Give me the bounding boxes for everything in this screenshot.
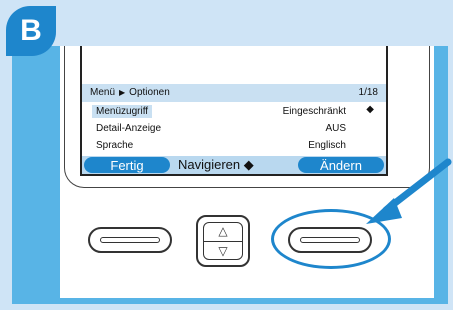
- step-badge: B: [6, 6, 56, 56]
- screen-title-bar: Menü ▶ Optionen 1/18: [82, 84, 386, 102]
- up-down-arrows-icon: ◆: [243, 157, 254, 172]
- up-down-arrows-icon: ◆: [366, 104, 374, 115]
- softkey-middle-label: Navigieren ◆: [178, 157, 254, 173]
- menu-row-value: Englisch: [308, 140, 346, 151]
- menu-row-value: Eingeschränkt: [282, 106, 346, 117]
- nav-divider: [203, 241, 243, 242]
- triangle-down-icon[interactable]: ▽: [198, 245, 248, 257]
- softkey-middle-text: Navigieren: [178, 157, 241, 172]
- device-screen: Menü ▶ Optionen 1/18 Menüzugriff Eingeschr…: [80, 46, 388, 176]
- triangle-right-icon: ▶: [119, 88, 126, 97]
- page-indicator: 1/18: [358, 87, 378, 98]
- softkey-left-label: Fertig: [84, 157, 170, 173]
- arrow-pointer-icon: [366, 158, 452, 224]
- menu-row-label: Menüzugriff: [92, 105, 153, 118]
- menu-row[interactable]: Sprache Englisch: [82, 138, 386, 154]
- menu-row-value: AUS: [325, 123, 346, 134]
- button-bar-icon: [100, 237, 160, 243]
- menu-row[interactable]: Detail-Anzeige AUS: [82, 121, 386, 137]
- breadcrumb: Menü ▶ Optionen: [90, 87, 170, 98]
- menu-row-label: Detail-Anzeige: [96, 123, 162, 134]
- triangle-up-icon[interactable]: △: [198, 225, 248, 237]
- breadcrumb-current: Optionen: [129, 87, 170, 98]
- navigate-button[interactable]: △ ▽: [196, 215, 250, 267]
- left-softkey-button[interactable]: [88, 227, 172, 253]
- softkey-bar: Fertig Navigieren ◆ Ändern: [82, 156, 386, 174]
- menu-row[interactable]: Menüzugriff Eingeschränkt ◆: [82, 104, 386, 120]
- menu-row-label: Sprache: [96, 140, 134, 151]
- breadcrumb-root: Menü: [90, 87, 116, 98]
